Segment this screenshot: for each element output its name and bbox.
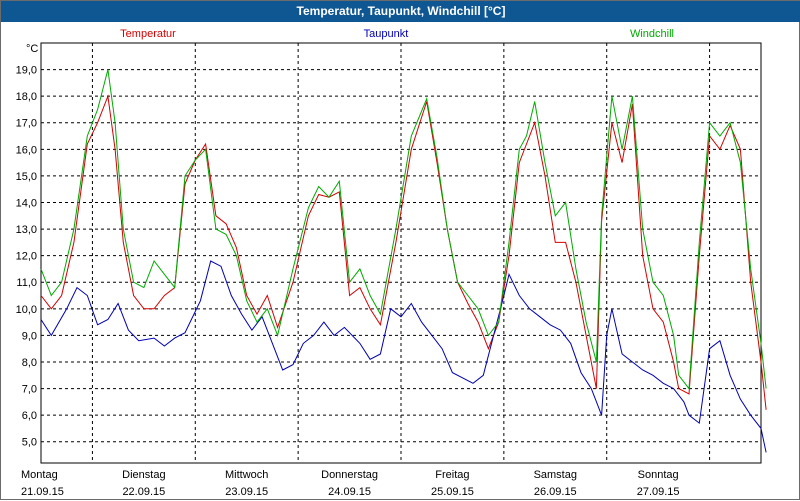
y-axis-label: °C bbox=[26, 43, 38, 55]
y-tick-label: 14,0 bbox=[16, 197, 37, 209]
y-tick-label: 17,0 bbox=[16, 118, 37, 130]
x-weekday-label: Mittwoch bbox=[225, 469, 268, 481]
x-weekday-label: Dienstag bbox=[122, 469, 165, 481]
y-tick-label: 7,0 bbox=[22, 384, 37, 396]
x-weekday-label: Freitag bbox=[435, 469, 469, 481]
window-title: Temperatur, Taupunkt, Windchill [°C] bbox=[1, 1, 800, 22]
x-date-label: 27.09.15 bbox=[637, 486, 680, 498]
legend-temperatur: Temperatur bbox=[120, 28, 176, 40]
y-tick-label: 12,0 bbox=[16, 251, 37, 263]
x-date-label: 26.09.15 bbox=[534, 486, 577, 498]
x-date-label: 23.09.15 bbox=[225, 486, 268, 498]
legend-windchill: Windchill bbox=[630, 28, 674, 40]
chart-area: 5,0 6,0 7,0 8,0 9,0 10,0 11,0 12,0 13,0 14,0 15,0 1… bbox=[16, 28, 767, 498]
y-tick-label: 11,0 bbox=[16, 277, 37, 289]
x-weekday-label: Samstag bbox=[534, 469, 577, 481]
x-date-label: 25.09.15 bbox=[431, 486, 474, 498]
y-tick-label: 8,0 bbox=[22, 357, 37, 369]
chart-window: Temperatur, Taupunkt, Windchill [°C] 5,0… bbox=[0, 0, 800, 500]
y-tick-label: 6,0 bbox=[22, 410, 37, 422]
x-date-label: 21.09.15 bbox=[21, 486, 64, 498]
y-tick-label: 15,0 bbox=[16, 171, 37, 183]
x-date-label: 22.09.15 bbox=[122, 486, 165, 498]
y-tick-label: 16,0 bbox=[16, 144, 37, 156]
x-date-label: 24.09.15 bbox=[328, 486, 371, 498]
y-tick-label: 13,0 bbox=[16, 224, 37, 236]
y-tick-label: 19,0 bbox=[16, 65, 37, 77]
y-tick-label: 18,0 bbox=[16, 91, 37, 103]
x-weekday-label: Montag bbox=[21, 469, 58, 481]
y-tick-label: 10,0 bbox=[16, 304, 37, 316]
legend-taupunkt: Taupunkt bbox=[364, 28, 409, 40]
y-tick-label: 9,0 bbox=[22, 330, 37, 342]
x-weekday-label: Donnerstag bbox=[321, 469, 378, 481]
y-tick-label: 5,0 bbox=[22, 437, 37, 449]
x-weekday-label: Sonntag bbox=[638, 469, 679, 481]
